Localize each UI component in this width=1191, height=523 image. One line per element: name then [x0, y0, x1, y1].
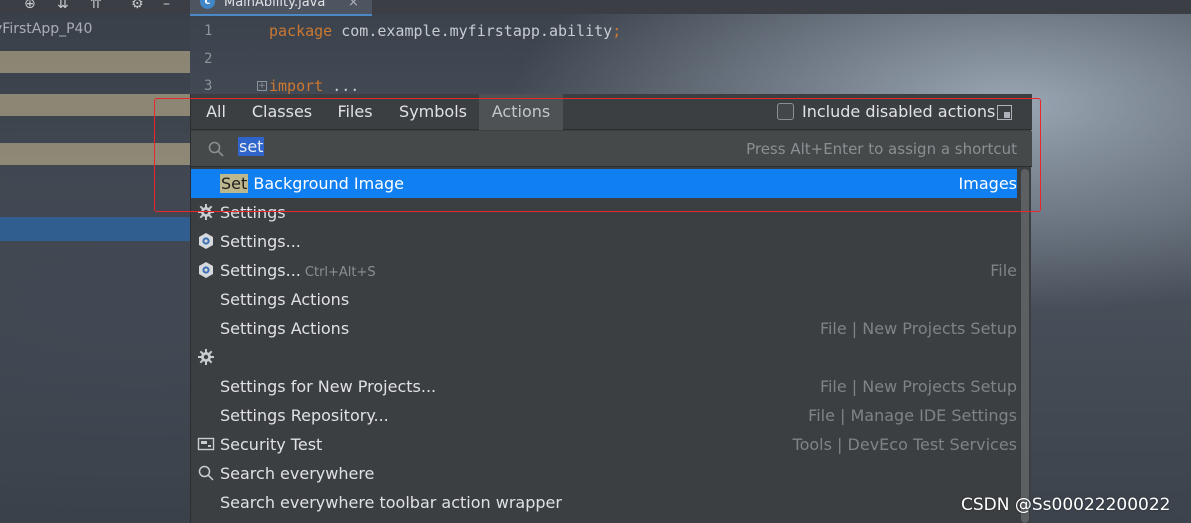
result-settings-for-new-projects[interactable]: Settings for New Projects... File | New …	[191, 372, 1017, 401]
ide-toolbar: ⊕ ⇊ ⇈ ⚙ –	[0, 0, 1191, 14]
watermark: CSDN @Ss00022200022	[961, 495, 1171, 515]
devEco-settings-icon	[199, 233, 213, 249]
code-text: com.example.myfirstapp.ability	[332, 22, 613, 40]
result-label-text: Settings...	[220, 261, 301, 280]
result-security-test[interactable]: Security Test Tools | DevEco Test Servic…	[191, 430, 1017, 459]
result-settings-dialog[interactable]: Settings...	[191, 227, 1017, 256]
security-test-icon	[197, 437, 215, 451]
gear-icon[interactable]: ⚙	[131, 0, 144, 12]
fold-icon[interactable]: +	[257, 81, 267, 91]
search-icon	[198, 465, 214, 481]
result-label: Settings Actions	[220, 290, 350, 309]
result-settings-repository[interactable]: Settings Repository... File | Manage IDE…	[191, 401, 1017, 430]
code-line-1[interactable]: package com.example.myfirstapp.ability;	[269, 22, 621, 40]
result-label: Search everywhere toolbar action wrapper	[220, 493, 562, 512]
gear-icon	[198, 349, 214, 365]
result-label: Settings Actions	[220, 319, 350, 338]
result-label: Settings Repository...	[220, 406, 389, 425]
line-gutter: 1 2 3	[190, 16, 250, 96]
result-settings-shortcut[interactable]: Settings... Ctrl+Alt+S File	[191, 256, 1017, 285]
result-label: Security Test	[220, 435, 323, 454]
minimize-icon[interactable]: –	[163, 0, 170, 12]
editor-tab-mainability[interactable]: c MainAbility.java ×	[190, 0, 372, 16]
result-settings-actions[interactable]: Settings Actions	[191, 285, 1017, 314]
result-location: File | New Projects Setup	[819, 377, 1017, 396]
result-location: File | Manage IDE Settings	[808, 406, 1017, 425]
close-icon[interactable]: ×	[348, 0, 359, 10]
annotation-highlight-box	[154, 98, 1041, 212]
collapse-all-icon[interactable]: ⇈	[90, 0, 102, 12]
project-panel: yFirstApp_P40	[0, 14, 190, 523]
result-gear-unlabeled[interactable]	[191, 343, 1017, 372]
locate-icon[interactable]: ⊕	[24, 0, 36, 12]
result-location: Tools | DevEco Test Services	[792, 435, 1017, 454]
project-root-label[interactable]: yFirstApp_P40	[0, 21, 92, 37]
result-shortcut: Ctrl+Alt+S	[304, 265, 376, 280]
result-location: File	[990, 261, 1017, 280]
result-label: Settings...	[220, 232, 301, 251]
code-line-3[interactable]: import ...	[269, 77, 359, 95]
result-search-everywhere-toolbar[interactable]: Search everywhere toolbar action wrapper	[191, 488, 1017, 517]
line-number: 2	[204, 51, 213, 67]
line-number: 1	[204, 23, 213, 39]
code-semicolon: ;	[612, 22, 622, 40]
results-list: Set Background Image Images Settings Set…	[191, 169, 1032, 523]
code-keyword: package	[269, 22, 333, 40]
devEco-settings-icon	[199, 262, 213, 278]
result-settings-actions-new-projects[interactable]: Settings Actions File | New Projects Set…	[191, 314, 1017, 343]
results-scrollbar[interactable]	[1019, 169, 1030, 523]
line-number: 3	[204, 78, 213, 94]
tree-row[interactable]	[0, 51, 190, 73]
result-label: Settings... Ctrl+Alt+S	[220, 256, 376, 287]
result-label: Search everywhere	[220, 464, 375, 483]
scrollbar-thumb[interactable]	[1021, 169, 1029, 523]
java-class-icon: c	[200, 0, 215, 9]
expand-all-icon[interactable]: ⇊	[57, 0, 69, 12]
editor-tab-label: MainAbility.java	[224, 0, 326, 10]
result-location: File | New Projects Setup	[819, 319, 1017, 338]
result-label: Settings for New Projects...	[220, 377, 437, 396]
code-text: ...	[323, 77, 360, 95]
result-search-everywhere[interactable]: Search everywhere	[191, 459, 1017, 488]
tree-row-selected[interactable]	[0, 217, 190, 241]
code-keyword: import	[269, 77, 324, 95]
